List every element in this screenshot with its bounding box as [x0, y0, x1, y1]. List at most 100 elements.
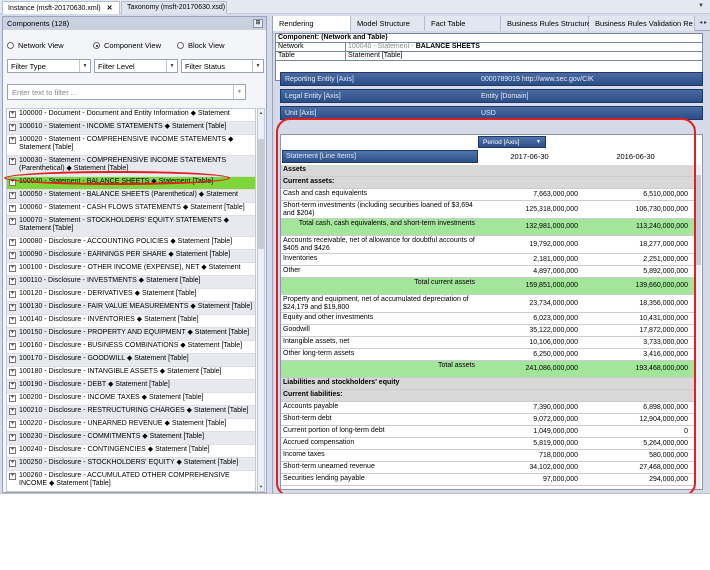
tree-item[interactable]: +100170 - Disclosure - GOODWILL ◆ Statem… — [7, 354, 255, 367]
tree-item[interactable]: +100090 - Disclosure - EARNINGS PER SHAR… — [7, 250, 255, 263]
pin-icon[interactable]: ⊞ — [253, 19, 263, 28]
radio-icon — [7, 42, 14, 49]
expand-icon[interactable]: + — [9, 304, 16, 311]
tab-taxonomy-label: Taxonomy (msft-20170630.xsd) — [127, 4, 226, 11]
expand-icon[interactable]: + — [9, 252, 16, 259]
radio-selected-icon — [93, 42, 100, 49]
tree-item-label: 100220 - Disclosure - UNEARNED REVENUE ◆… — [19, 420, 227, 427]
network-value: 100040 - Statement - BALANCE SHEETS — [348, 43, 480, 51]
tree-item[interactable]: +100200 - Disclosure - INCOME TAXES ◆ St… — [7, 393, 255, 406]
table-key: Table — [276, 52, 346, 60]
tree-scrollbar[interactable]: ▲ ▼ — [257, 108, 265, 492]
expand-icon[interactable]: + — [9, 205, 16, 212]
expand-icon[interactable]: + — [9, 330, 16, 337]
tab-business-rules-validation[interactable]: Business Rules Validation Re — [589, 16, 695, 31]
tab-model-structure[interactable]: Model Structure — [351, 16, 425, 31]
network-name: BALANCE SHEETS — [415, 43, 480, 50]
filter-type-value: Filter Type — [11, 62, 46, 71]
close-icon[interactable]: ✕ — [107, 5, 113, 12]
expand-icon[interactable]: + — [9, 460, 16, 467]
chevron-down-icon[interactable]: ▼ — [698, 3, 704, 9]
expand-icon[interactable]: + — [9, 473, 16, 480]
tree-item[interactable]: +100010 - Statement - INCOME STATEMENTS … — [7, 122, 255, 135]
tree-item[interactable]: +100070 - Statement - STOCKHOLDERS' EQUI… — [7, 216, 255, 237]
tree-item-label: 100130 - Disclosure - FAIR VALUE MEASURE… — [19, 303, 253, 310]
expand-icon[interactable]: + — [9, 218, 16, 225]
expand-icon[interactable]: + — [9, 447, 16, 454]
tab-business-rules-structure[interactable]: Business Rules Structure — [501, 16, 591, 31]
component-view-radio[interactable]: Component View — [93, 41, 161, 50]
expand-icon[interactable]: + — [9, 291, 16, 298]
tree-item-label: 100080 - Disclosure - ACCOUNTING POLICIE… — [19, 238, 233, 245]
tree-item[interactable]: +100060 - Statement - CASH FLOWS STATEME… — [7, 203, 255, 216]
tree-item[interactable]: +100020 - Statement - COMPREHENSIVE INCO… — [7, 135, 255, 156]
expand-icon[interactable]: + — [9, 395, 16, 402]
tab-fact-table[interactable]: Fact Table — [425, 16, 501, 31]
tree-item-label: 100010 - Statement - INCOME STATEMENTS ◆… — [19, 123, 227, 130]
filter-status-select[interactable]: Filter Status ▼ — [181, 59, 264, 73]
document-tab-bar: Instance (msft-20170630.xml) ✕ Taxonomy (… — [0, 0, 710, 14]
tree-item[interactable]: +100210 - Disclosure - RESTRUCTURING CHA… — [7, 406, 255, 419]
tree-item[interactable]: +100180 - Disclosure - INTANGIBLE ASSETS… — [7, 367, 255, 380]
tree-item-label: 100240 - Disclosure - CONTINGENCIES ◆ St… — [19, 446, 210, 453]
tree-item[interactable]: +100100 - Disclosure - OTHER INCOME (EXP… — [7, 263, 255, 276]
tree-item[interactable]: +100190 - Disclosure - DEBT ◆ Statement … — [7, 380, 255, 393]
expand-icon[interactable]: + — [9, 265, 16, 272]
expand-icon[interactable]: + — [9, 317, 16, 324]
chevron-down-icon[interactable]: ▼ — [233, 85, 245, 99]
tab-scroll-arrows-icon[interactable]: ◂ ▸ — [699, 19, 707, 26]
tree-item[interactable]: +100110 - Disclosure - INVESTMENTS ◆ Sta… — [7, 276, 255, 289]
tree-item[interactable]: +100260 - Disclosure - ACCUMULATED OTHER… — [7, 471, 255, 491]
tree-item-label: 100150 - Disclosure - PROPERTY AND EQUIP… — [19, 329, 250, 336]
expand-icon[interactable]: + — [9, 382, 16, 389]
tree-item-label: 100140 - Disclosure - INVENTORIES ◆ Stat… — [19, 316, 199, 323]
tree-item[interactable]: +100160 - Disclosure - BUSINESS COMBINAT… — [7, 341, 255, 354]
tab-instance[interactable]: Instance (msft-20170630.xml) ✕ — [2, 1, 120, 14]
tree-item[interactable]: +100230 - Disclosure - COMMITMENTS ◆ Sta… — [7, 432, 255, 445]
tree-item[interactable]: +100250 - Disclosure - STOCKHOLDERS' EQU… — [7, 458, 255, 471]
scroll-down-icon[interactable]: ▼ — [258, 484, 264, 490]
tree-item[interactable]: +100140 - Disclosure - INVENTORIES ◆ Sta… — [7, 315, 255, 328]
filter-type-select[interactable]: Filter Type ▼ — [7, 59, 91, 73]
network-view-radio[interactable]: Network View — [7, 41, 64, 50]
expand-icon[interactable]: + — [9, 343, 16, 350]
expand-icon[interactable]: + — [9, 408, 16, 415]
expand-icon[interactable]: + — [9, 421, 16, 428]
filter-placeholder: Enter text to filter ... — [12, 88, 78, 97]
chevron-down-icon: ▼ — [79, 60, 90, 72]
radio-label: Block View — [188, 41, 225, 50]
tree-item-label: 100260 - Disclosure - ACCUMULATED OTHER … — [19, 472, 230, 487]
expand-icon[interactable]: + — [9, 192, 16, 199]
tree-item[interactable]: +100080 - Disclosure - ACCOUNTING POLICI… — [7, 237, 255, 250]
expand-icon[interactable]: + — [9, 356, 16, 363]
filter-level-value: Filter Level — [98, 62, 135, 71]
axis-legal-entity[interactable]: Legal Entity [Axis] Entity [Domain] — [280, 89, 703, 103]
scroll-thumb[interactable] — [258, 139, 264, 249]
expand-icon[interactable]: + — [9, 137, 16, 144]
expand-icon[interactable]: + — [9, 111, 16, 118]
expand-icon[interactable]: + — [9, 239, 16, 246]
tab-rendering[interactable]: Rendering — [273, 16, 351, 31]
tree-item[interactable]: +100240 - Disclosure - CONTINGENCIES ◆ S… — [7, 445, 255, 458]
block-view-radio[interactable]: Block View — [177, 41, 225, 50]
tree-item[interactable]: +100050 - Statement - BALANCE SHEETS (Pa… — [7, 190, 255, 203]
tree-item-label: 100030 - Statement - COMPREHENSIVE INCOM… — [19, 157, 227, 172]
tree-item[interactable]: +100130 - Disclosure - FAIR VALUE MEASUR… — [7, 302, 255, 315]
tree-item[interactable]: +100000 - Document - Document and Entity… — [7, 109, 255, 122]
tab-taxonomy[interactable]: Taxonomy (msft-20170630.xsd) — [121, 1, 227, 14]
axis-reporting-entity[interactable]: Reporting Entity [Axis] 0000789019 http:… — [280, 72, 703, 86]
tree-item-label: 100020 - Statement - COMPREHENSIVE INCOM… — [19, 136, 234, 151]
tree-item[interactable]: +100220 - Disclosure - UNEARNED REVENUE … — [7, 419, 255, 432]
filter-text-input[interactable]: Enter text to filter ... ▼ — [7, 84, 246, 100]
tree-item[interactable]: +100150 - Disclosure - PROPERTY AND EQUI… — [7, 328, 255, 341]
expand-icon[interactable]: + — [9, 369, 16, 376]
tree-item[interactable]: +100120 - Disclosure - DERIVATIVES ◆ Sta… — [7, 289, 255, 302]
expand-icon[interactable]: + — [9, 124, 16, 131]
scroll-up-icon[interactable]: ▲ — [258, 110, 264, 116]
expand-icon[interactable]: + — [9, 278, 16, 285]
filter-level-select[interactable]: Filter Level ▼ — [94, 59, 178, 73]
expand-icon[interactable]: + — [9, 434, 16, 441]
expand-icon[interactable]: + — [9, 158, 16, 165]
tree-item-label: 100210 - Disclosure - RESTRUCTURING CHAR… — [19, 407, 249, 414]
axis-value: 0000789019 http://www.sec.gov/CIK — [481, 76, 594, 83]
